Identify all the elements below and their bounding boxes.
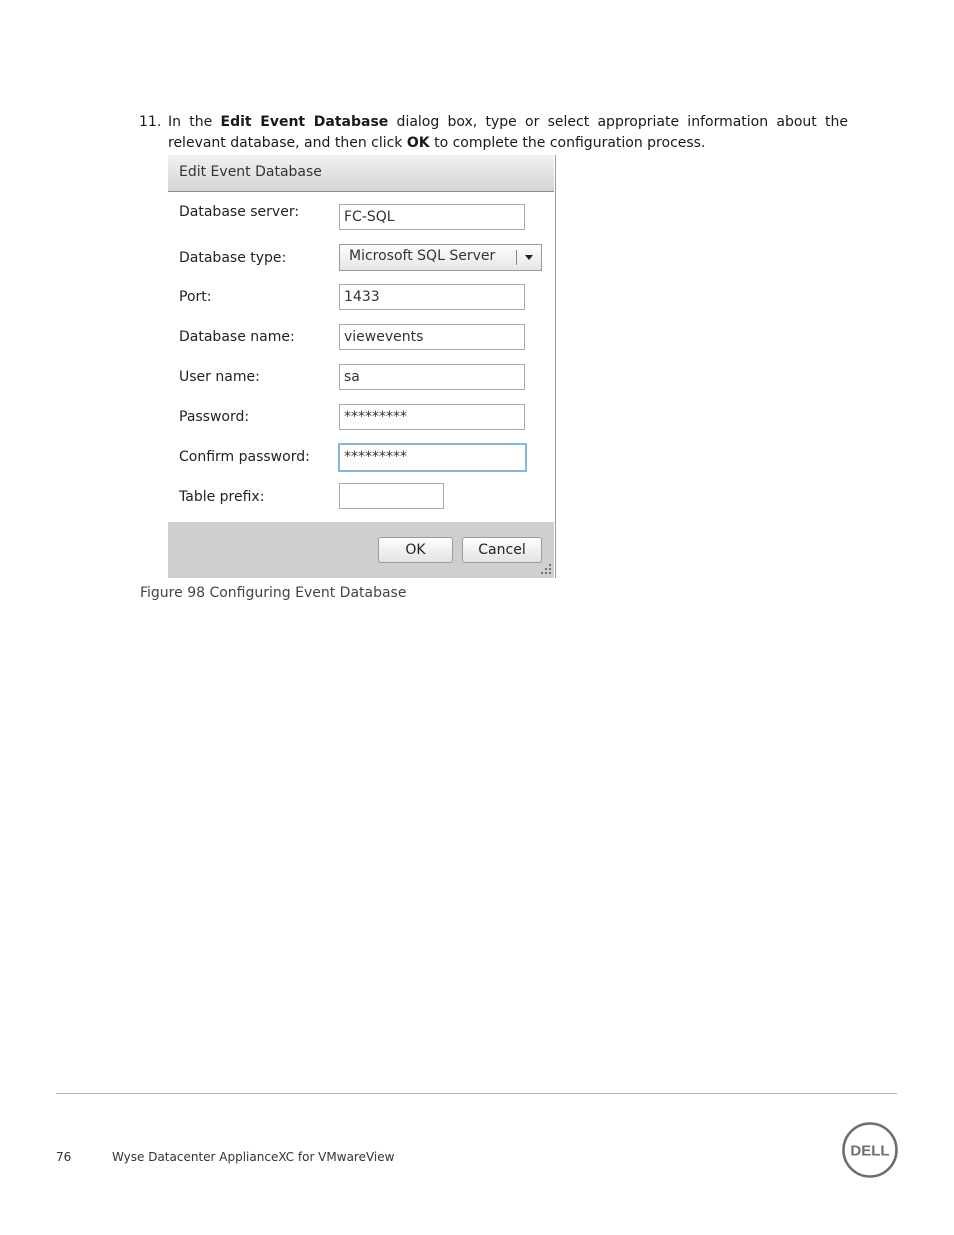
step-text: In the Edit Event Database dialog box, t… bbox=[168, 112, 848, 154]
dialog-name-bold: Edit Event Database bbox=[220, 114, 389, 130]
page-number: 76 bbox=[56, 1150, 72, 1164]
database-type-label: Database type: bbox=[179, 250, 287, 266]
database-server-input[interactable]: FC-SQL bbox=[339, 204, 525, 230]
cancel-button[interactable]: Cancel bbox=[462, 537, 542, 563]
database-name-input[interactable]: viewevents bbox=[339, 324, 525, 350]
database-server-label: Database server: bbox=[179, 204, 300, 220]
step-text-before: In the bbox=[168, 114, 221, 130]
footer-divider bbox=[56, 1093, 897, 1094]
step-text-after: to complete the configuration process. bbox=[429, 135, 706, 151]
port-value: 1433 bbox=[344, 289, 380, 305]
confirm-password-value: ********* bbox=[344, 449, 407, 465]
table-prefix-input[interactable] bbox=[339, 483, 444, 509]
chevron-down-icon bbox=[525, 255, 533, 260]
password-input[interactable]: ********* bbox=[339, 404, 525, 430]
confirm-password-input[interactable]: ********* bbox=[338, 443, 527, 472]
document-title: Wyse Datacenter ApplianceXC for VMwareVi… bbox=[112, 1150, 395, 1164]
port-label: Port: bbox=[179, 289, 212, 305]
dell-logo-icon: DELL bbox=[842, 1122, 898, 1178]
logo-text: DELL bbox=[850, 1143, 889, 1160]
user-name-input[interactable]: sa bbox=[339, 364, 525, 390]
table-prefix-label: Table prefix: bbox=[179, 489, 265, 505]
password-value: ********* bbox=[344, 409, 407, 425]
select-divider bbox=[516, 250, 517, 265]
edit-event-database-dialog: Edit Event Database Database server: FC-… bbox=[168, 155, 556, 578]
port-input[interactable]: 1433 bbox=[339, 284, 525, 310]
ok-button[interactable]: OK bbox=[378, 537, 453, 563]
user-name-label: User name: bbox=[179, 369, 260, 385]
database-server-value: FC-SQL bbox=[344, 209, 395, 225]
figure-caption: Figure 98 Configuring Event Database bbox=[140, 585, 407, 601]
resize-grip-icon[interactable] bbox=[539, 562, 553, 576]
database-name-label: Database name: bbox=[179, 329, 295, 345]
database-type-value: Microsoft SQL Server bbox=[349, 248, 496, 264]
password-label: Password: bbox=[179, 409, 250, 425]
ok-word-bold: OK bbox=[406, 135, 430, 151]
dialog-footer: OK Cancel bbox=[168, 522, 554, 578]
user-name-value: sa bbox=[344, 369, 360, 385]
dialog-title: Edit Event Database bbox=[179, 164, 322, 180]
step-number: 11. bbox=[139, 114, 162, 130]
database-name-value: viewevents bbox=[344, 329, 424, 345]
confirm-password-label: Confirm password: bbox=[179, 449, 310, 465]
dialog-title-bar: Edit Event Database bbox=[168, 155, 554, 192]
database-type-select[interactable]: Microsoft SQL Server bbox=[339, 244, 542, 271]
